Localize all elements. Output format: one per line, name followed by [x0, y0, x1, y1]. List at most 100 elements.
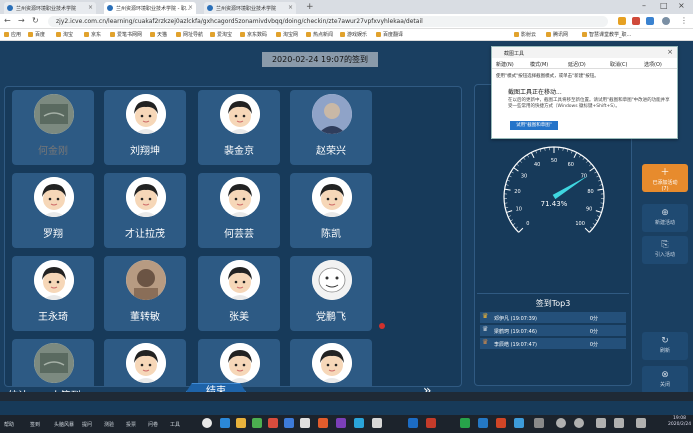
word-icon[interactable]	[478, 418, 488, 428]
ppt-icon[interactable]	[496, 418, 506, 428]
bookmark-item[interactable]: 游戏娱乐	[340, 31, 367, 38]
url-input[interactable]: zjy2.icve.com.cn/learning/cuakaf2rzkzej0…	[48, 16, 608, 27]
options-button[interactable]: 选项(O)	[644, 61, 662, 68]
student-card[interactable]: 董转敏	[104, 256, 186, 331]
profile-icon[interactable]	[662, 17, 670, 25]
app-icon[interactable]	[354, 418, 364, 428]
volume-icon[interactable]	[596, 418, 606, 428]
close-button[interactable]: ⊗ 关闭	[642, 366, 688, 394]
maximize-icon[interactable]: □	[660, 1, 668, 10]
extension-icon[interactable]	[618, 17, 626, 25]
gauge-tick-label: 30	[521, 173, 527, 179]
bookmark-item[interactable]: 百度	[28, 31, 45, 38]
edge-icon[interactable]	[220, 418, 230, 428]
bookmark-item[interactable]: 京东数码	[240, 31, 267, 38]
new-snip-button[interactable]: 新建(N)	[496, 61, 514, 68]
toolbar-item[interactable]: 帮助	[4, 421, 14, 428]
student-card[interactable]: 党鹏飞	[290, 256, 372, 331]
delay-button[interactable]: 延迟(D)	[568, 61, 586, 68]
app-icon[interactable]	[284, 418, 294, 428]
forward-icon[interactable]: →	[18, 16, 25, 25]
tab-close-icon[interactable]: ×	[188, 4, 193, 11]
bookmark-item[interactable]: 淘宝	[56, 31, 73, 38]
student-card[interactable]	[104, 339, 186, 386]
refresh-button[interactable]: ↻ 刷新	[642, 332, 688, 360]
chrome-icon[interactable]	[318, 418, 328, 428]
tab-close-icon[interactable]: ×	[88, 4, 93, 11]
app-icon[interactable]	[372, 418, 382, 428]
bookmark-item[interactable]: 影射云	[514, 31, 536, 38]
toolbar-item[interactable]: 签到	[30, 421, 40, 428]
cancel-button[interactable]: 取消(C)	[610, 61, 627, 68]
browser-tab-2[interactable]: 兰州资源环境职业技术学院 - 职... ×	[104, 2, 196, 14]
reload-icon[interactable]: ↻	[32, 16, 39, 25]
bookmark-item[interactable]: 天猫	[150, 31, 167, 38]
gauge-tick	[504, 188, 511, 191]
app-icon[interactable]	[534, 418, 544, 428]
student-card[interactable]: 张美	[198, 256, 280, 331]
student-card[interactable]	[198, 339, 280, 386]
student-card[interactable]	[12, 339, 94, 386]
tray-icon[interactable]	[556, 418, 566, 428]
toolbar-item[interactable]: 头脑风暴	[54, 421, 74, 428]
extension-icon[interactable]	[632, 17, 640, 25]
toolbar-item[interactable]: 工具	[170, 421, 180, 428]
bookmark-item[interactable]: 百度翻译	[376, 31, 403, 38]
toolbar-item[interactable]: 测验	[104, 421, 114, 428]
app-icon[interactable]	[300, 418, 310, 428]
student-card[interactable]: 裴金京	[198, 90, 280, 165]
student-card[interactable]: 陈凯	[290, 173, 372, 248]
bookmark-item[interactable]: 京东	[84, 31, 101, 38]
added-activities-button[interactable]: ＋ 已添加活动 (7)	[642, 164, 688, 192]
app-icon[interactable]	[514, 418, 524, 428]
bookmark-item[interactable]: 爱笔书网网	[110, 31, 142, 38]
student-name: 刘翔坤	[130, 146, 160, 157]
bookmark-item[interactable]: 网址导航	[176, 31, 203, 38]
tab-close-icon[interactable]: ×	[288, 4, 293, 11]
bookmark-item[interactable]: 智慧课堂教学_职...	[582, 31, 631, 38]
mode-button[interactable]: 模式(M)	[530, 61, 548, 68]
student-card[interactable]: 何芸芸	[198, 173, 280, 248]
student-card[interactable]: 才让拉茂	[104, 173, 186, 248]
app-icon[interactable]	[268, 418, 278, 428]
back-icon[interactable]: ←	[4, 16, 11, 25]
bookmark-item[interactable]: 淘宝网	[276, 31, 298, 38]
app-icon[interactable]	[408, 418, 418, 428]
bookmark-item[interactable]: 爱淘宝	[210, 31, 232, 38]
app-icon[interactable]	[252, 418, 262, 428]
new-activity-button[interactable]: ⊕ 新建活动	[642, 204, 688, 232]
network-icon[interactable]	[614, 418, 624, 428]
student-card[interactable]	[290, 339, 372, 386]
top3-row: ♛ 梁鹤珂 (19:07:46) 0分	[480, 325, 626, 336]
bookmark-item[interactable]: 腾讯网	[546, 31, 568, 38]
try-snip-sketch-button[interactable]: 试用"截图和草图"	[510, 121, 558, 130]
folder-icon[interactable]	[236, 418, 246, 428]
extension-icon[interactable]	[646, 17, 654, 25]
minimize-icon[interactable]: –	[642, 1, 646, 10]
toolbar-item[interactable]: 提问	[82, 421, 92, 428]
browser-tab-3[interactable]: 兰州资源环境职业技术学院 ×	[204, 2, 296, 14]
student-card[interactable]: 刘翔坤	[104, 90, 186, 165]
new-tab-icon[interactable]: +	[306, 2, 314, 12]
snipping-tool-heading: 截图工具正在移动...	[508, 89, 562, 96]
close-icon[interactable]: ×	[667, 48, 673, 56]
snipping-tool-title: 截图工具 ×	[492, 47, 677, 58]
window-close-icon[interactable]: ×	[678, 1, 685, 10]
bookmark-item[interactable]: 热点新闻	[306, 31, 333, 38]
start-icon[interactable]	[202, 418, 212, 428]
menu-icon[interactable]: ⋮	[680, 16, 688, 25]
import-activity-button[interactable]: ⎘ 引入活动	[642, 236, 688, 264]
ime-icon[interactable]	[636, 418, 646, 428]
student-card[interactable]: 何金刚	[12, 90, 94, 165]
browser-tab-1[interactable]: 兰州资源环境职业技术学院 ×	[4, 2, 96, 14]
toolbar-item[interactable]: 投票	[126, 421, 136, 428]
student-card[interactable]: 罗翔	[12, 173, 94, 248]
tray-icon[interactable]	[574, 418, 584, 428]
app-icon[interactable]	[426, 418, 436, 428]
student-card[interactable]: 赵荣兴	[290, 90, 372, 165]
bookmark-item[interactable]: 应用	[4, 31, 21, 38]
toolbar-item[interactable]: 问卷	[148, 421, 158, 428]
student-card[interactable]: 王永琦	[12, 256, 94, 331]
app-icon[interactable]	[336, 418, 346, 428]
wechat-icon[interactable]	[460, 418, 470, 428]
